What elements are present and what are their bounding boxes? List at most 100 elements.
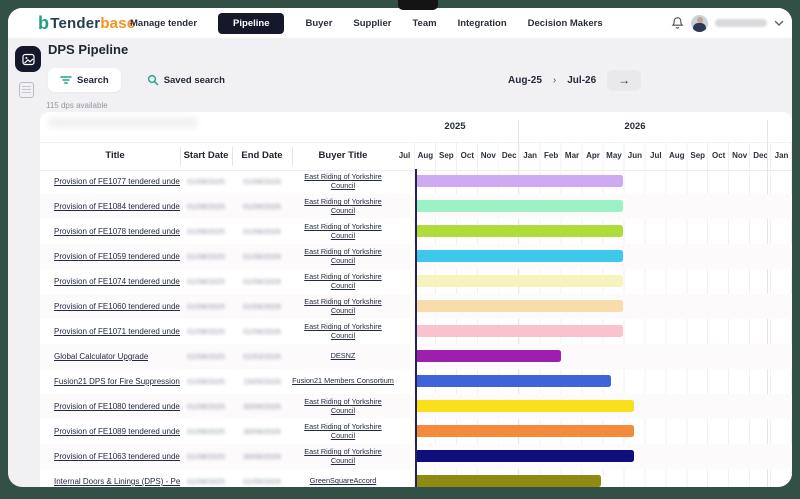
nav-item-manage-tender[interactable]: Manage tender [130, 18, 197, 29]
gantt-lane [394, 369, 792, 394]
start-date-blurred: 01/08/2025 [180, 369, 232, 394]
buyer-link[interactable]: GreenSquareAccord [310, 477, 377, 485]
sidebar-list-icon[interactable] [19, 82, 34, 98]
month-label: Apr [586, 151, 600, 160]
buyer-link[interactable]: East Riding of Yorkshire Council [292, 273, 394, 289]
buyer-link[interactable]: East Riding of Yorkshire Council [292, 173, 394, 189]
buyer-link[interactable]: East Riding of Yorkshire Council [292, 423, 394, 439]
title-link[interactable]: Internal Doors & Linings (DPS) - Per... [54, 477, 180, 486]
gantt-lane [394, 269, 792, 294]
month-label: Dec [502, 151, 517, 160]
nav-item-team[interactable]: Team [412, 18, 436, 29]
tenderbase-logo[interactable]: bTenderbase [38, 8, 135, 38]
title-link[interactable]: Provision of FE1074 tendered under ... [54, 277, 180, 286]
gantt-bar[interactable] [415, 375, 611, 387]
title-link[interactable]: Global Calculator Upgrade [54, 352, 148, 361]
next-period-button[interactable]: → [607, 70, 641, 91]
gantt-lane [394, 319, 792, 344]
buyer-cell: East Riding of Yorkshire Council [292, 244, 394, 269]
user-cluster [671, 8, 784, 38]
end-date-blurred: 30/06/2026 [232, 394, 292, 419]
image-icon [22, 53, 35, 66]
title-cell: Provision of FE1074 tendered under ... [54, 269, 180, 294]
title-link[interactable]: Provision of FE1080 tendered under... [54, 402, 180, 411]
buyer-link[interactable]: East Riding of Yorkshire Council [292, 198, 394, 214]
search-button[interactable]: Search [48, 68, 121, 92]
title-cell: Internal Doors & Linings (DPS) - Per... [54, 469, 180, 487]
col-header-title: Title [105, 150, 124, 161]
gantt-lane [394, 344, 792, 369]
notification-bell-icon[interactable] [671, 16, 684, 30]
chevron-down-icon[interactable] [774, 14, 784, 32]
start-date-blurred: 01/08/2025 [180, 219, 232, 244]
title-link[interactable]: Provision of FE1077 tendered under ... [54, 177, 180, 186]
gantt-bar[interactable] [415, 250, 623, 262]
end-date-blurred: 01/06/2026 [232, 169, 292, 194]
title-cell: Provision of FE1077 tendered under ... [54, 169, 180, 194]
date-from[interactable]: Aug-25 [508, 75, 542, 86]
gantt-bar[interactable] [415, 400, 634, 412]
month-label: Aug [418, 151, 434, 160]
gantt-bar[interactable] [415, 475, 601, 487]
gantt-bar[interactable] [415, 200, 623, 212]
end-date-blurred: 01/06/2026 [232, 244, 292, 269]
month-label: Jul [650, 151, 662, 160]
gantt-bar[interactable] [415, 325, 623, 337]
buyer-link[interactable]: Fusion21 Members Consortium [292, 377, 394, 385]
nav-item-pipeline[interactable]: Pipeline [218, 13, 284, 34]
title-link[interactable]: Provision of FE1089 tendered under... [54, 427, 180, 436]
gantt-bar[interactable] [415, 300, 623, 312]
start-date-blurred: 01/08/2025 [180, 419, 232, 444]
end-date-blurred: 01/05/2026 [232, 469, 292, 487]
main-nav: Manage tender Pipeline Buyer Supplier Team In… [130, 8, 603, 38]
buyer-link[interactable]: East Riding of Yorkshire Council [292, 223, 394, 239]
date-to[interactable]: Jul-26 [567, 75, 596, 86]
table-row: Provision of FE1063 tendered under ...01… [40, 444, 792, 469]
buyer-link[interactable]: East Riding of Yorkshire Council [292, 448, 394, 464]
title-link[interactable]: Provision of FE1084 tendered under... [54, 202, 180, 211]
col-header-start-date: Start Date [184, 150, 229, 161]
buyer-cell: East Riding of Yorkshire Council [292, 444, 394, 469]
title-link[interactable]: Provision of FE1063 tendered under ... [54, 452, 180, 461]
buyer-cell: East Riding of Yorkshire Council [292, 294, 394, 319]
user-avatar[interactable] [691, 15, 708, 32]
title-link[interactable]: Provision of FE1078 tendered under ... [54, 227, 180, 236]
buyer-link[interactable]: East Riding of Yorkshire Council [292, 298, 394, 314]
gantt-bar[interactable] [415, 425, 634, 437]
table-row: Global Calculator Upgrade01/08/202501/03… [40, 344, 792, 369]
sidebar-pipeline-button[interactable] [15, 46, 41, 72]
nav-item-supplier[interactable]: Supplier [353, 18, 391, 29]
title-cell: Global Calculator Upgrade [54, 344, 180, 369]
nav-item-buyer[interactable]: Buyer [305, 18, 332, 29]
gantt-bar[interactable] [415, 175, 623, 187]
buyer-link[interactable]: East Riding of Yorkshire Council [292, 398, 394, 414]
gantt-bar[interactable] [415, 450, 634, 462]
title-cell: Provision of FE1089 tendered under... [54, 419, 180, 444]
gantt-bar[interactable] [415, 225, 623, 237]
month-label: Jan [523, 151, 537, 160]
start-date-blurred: 01/08/2025 [180, 394, 232, 419]
gantt-bar[interactable] [415, 350, 561, 362]
buyer-link[interactable]: DESNZ [331, 352, 356, 360]
buyer-link[interactable]: East Riding of Yorkshire Council [292, 248, 394, 264]
buyer-cell: Fusion21 Members Consortium [292, 369, 394, 394]
title-link[interactable]: Provision of FE1059 tendered under ... [54, 252, 180, 261]
title-link[interactable]: Provision of FE1060 tendered under... [54, 302, 180, 311]
gantt-lane [394, 194, 792, 219]
table-row: Fusion21 DPS for Fire Suppression S...01… [40, 369, 792, 394]
start-date-blurred: 01/08/2025 [180, 294, 232, 319]
title-link[interactable]: Fusion21 DPS for Fire Suppression S... [54, 377, 180, 386]
saved-search-button[interactable]: Saved search [147, 74, 225, 86]
title-link[interactable]: Provision of FE1071 tendered under ... [54, 327, 180, 336]
start-date-blurred: 01/08/2025 [180, 194, 232, 219]
page-title: DPS Pipeline [48, 42, 128, 57]
user-name-redacted [715, 19, 767, 27]
gantt-bar[interactable] [415, 275, 623, 287]
nav-item-integration[interactable]: Integration [458, 18, 507, 29]
nav-item-decision-makers[interactable]: Decision Makers [528, 18, 603, 29]
month-label: Jun [628, 151, 642, 160]
buyer-cell: East Riding of Yorkshire Council [292, 419, 394, 444]
month-label: Sep [690, 151, 705, 160]
buyer-cell: East Riding of Yorkshire Council [292, 219, 394, 244]
buyer-link[interactable]: East Riding of Yorkshire Council [292, 323, 394, 339]
